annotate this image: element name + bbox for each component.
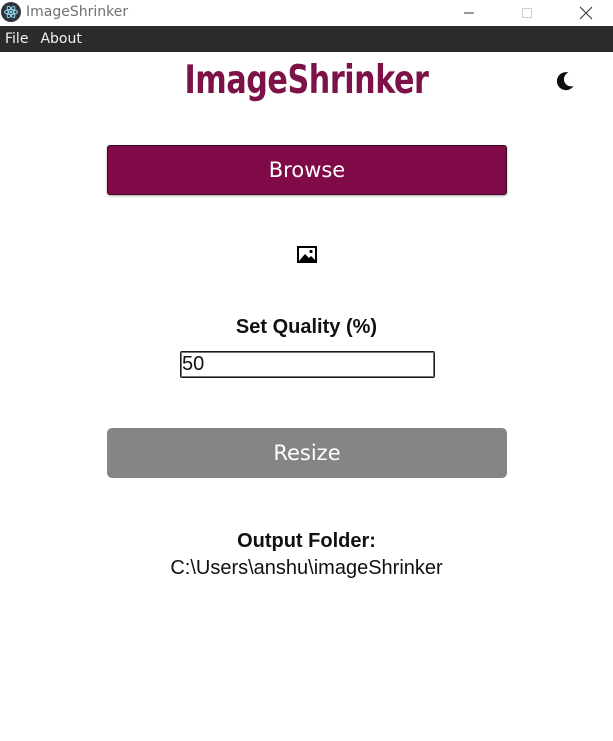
page-title: ImageShrinker [184, 58, 429, 103]
menu-bar: File About [0, 26, 613, 52]
browse-button[interactable]: Browse [107, 145, 507, 195]
minimize-icon [464, 12, 474, 14]
output-folder-label: Output Folder: [237, 530, 376, 552]
quality-input[interactable] [180, 351, 435, 378]
menu-item-file[interactable]: File [0, 26, 35, 52]
close-button[interactable] [563, 0, 609, 26]
minimize-button[interactable] [446, 0, 492, 26]
resize-button[interactable]: Resize [107, 428, 507, 478]
electron-app-icon [1, 2, 21, 22]
theme-toggle-button[interactable] [554, 70, 576, 92]
image-icon [297, 246, 317, 263]
output-folder-path: C:\Users\anshu\imageShrinker [170, 557, 443, 579]
moon-icon [556, 72, 574, 91]
quality-label: Set Quality (%) [235, 316, 378, 338]
image-preview [297, 246, 317, 263]
maximize-icon [522, 8, 532, 18]
maximize-button[interactable] [504, 0, 550, 26]
close-icon [579, 6, 593, 20]
window-titlebar: ImageShrinker [0, 0, 613, 26]
window-title: ImageShrinker [26, 4, 129, 20]
menu-item-about[interactable]: About [35, 26, 88, 52]
